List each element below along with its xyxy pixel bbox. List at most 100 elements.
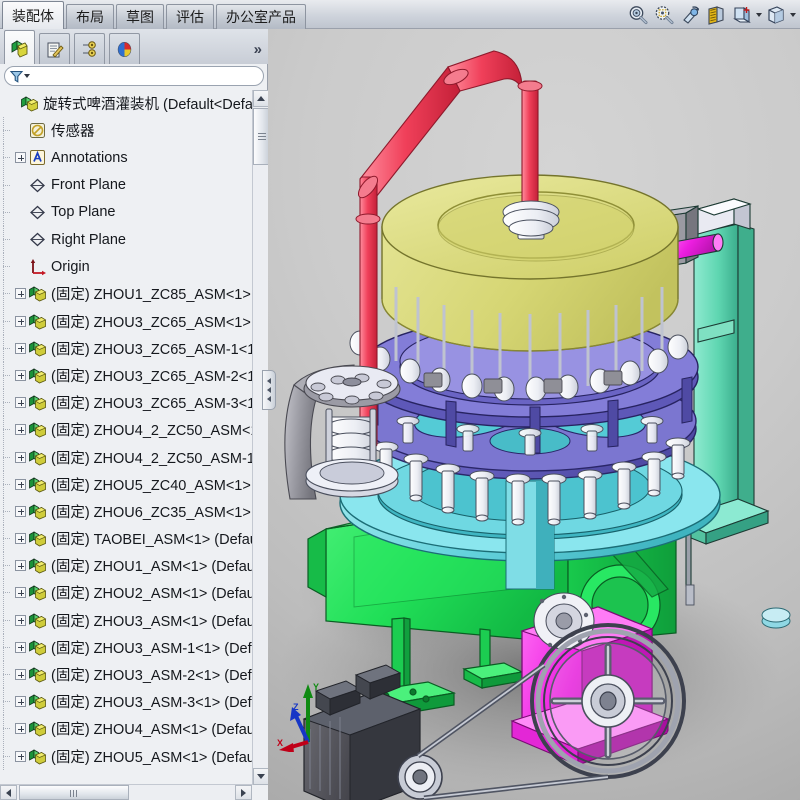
tree-item-label: (固定) ZHOU5_ZC40_ASM<1> (Defau <box>51 477 252 494</box>
tree-item[interactable]: Front Plane <box>0 171 252 199</box>
tab-sketch[interactable]: 草图 <box>116 4 164 29</box>
tree-expander-icon[interactable] <box>15 696 26 708</box>
tree-item-label: (固定) ZHOU1_ZC85_ASM<1> (Defau <box>51 287 252 304</box>
plane-icon <box>28 203 47 222</box>
tree-expander-icon[interactable] <box>15 587 26 599</box>
zoom-in-out-icon[interactable] <box>677 3 702 27</box>
display-style-chevron-down-icon[interactable] <box>789 3 796 27</box>
tree-item[interactable]: 传感器 <box>0 117 252 145</box>
tree-expander-icon[interactable] <box>15 750 26 762</box>
ribbon-tabstrip: 装配体 布局 草图 评估 办公室产品 <box>2 1 308 29</box>
tree-item-label: Top Plane <box>51 204 116 221</box>
scroll-left-icon[interactable] <box>0 785 17 800</box>
panel-tabstrip: » <box>0 29 268 64</box>
tree-item[interactable]: (固定) ZHOU1_ASM<1> (Default<De <box>0 552 252 580</box>
component-icon <box>28 284 47 303</box>
panel-expand-icon[interactable]: » <box>254 41 262 58</box>
design-tree: 旋转式啤酒灌装机 (Default<Default_Disp 传感器 Annotat… <box>0 90 268 800</box>
tree-expander-icon[interactable] <box>15 288 26 300</box>
tree-connector <box>0 361 10 389</box>
tree-filter-bar[interactable] <box>4 66 264 86</box>
graphics-viewport[interactable]: Y Z X <box>268 29 800 800</box>
tree-item[interactable]: (固定) ZHOU5_ZC40_ASM<1> (Defau <box>0 470 252 498</box>
tree-expander-icon[interactable] <box>15 533 26 545</box>
tree-root-item[interactable]: 旋转式啤酒灌装机 (Default<Default_Disp <box>0 90 252 117</box>
horizontal-scroll-thumb[interactable] <box>19 785 129 800</box>
tree-item-label: (固定) ZHOU3_ZC65_ASM<1> (Defau <box>51 314 252 331</box>
view-orientation-icon[interactable] <box>729 3 754 27</box>
tree-item-label: (固定) ZHOU3_ZC65_ASM-2<1> (Def <box>51 368 252 385</box>
tree-item[interactable]: (固定) ZHOU3_ZC65_ASM-2<1> (Def <box>0 361 252 389</box>
display-style-icon[interactable] <box>763 3 788 27</box>
tree-connector <box>0 307 10 335</box>
tree-item[interactable]: Right Plane <box>0 226 252 254</box>
feature-manager-tree-tab[interactable] <box>4 30 35 64</box>
tree-connector <box>0 334 10 362</box>
tree-expander-icon[interactable] <box>15 505 26 517</box>
scroll-right-icon[interactable] <box>235 785 252 800</box>
view-orientation-chevron-down-icon[interactable] <box>755 3 762 27</box>
tree-item-label: (固定) ZHOU3_ASM-2<1> (Default< <box>51 668 252 685</box>
tab-label: 评估 <box>176 9 204 25</box>
section-view-icon[interactable] <box>703 3 728 27</box>
tree-expander-icon[interactable] <box>15 723 26 735</box>
tree-filter-input[interactable] <box>33 68 263 84</box>
tree-item[interactable]: Annotations <box>0 144 252 172</box>
tree-expander-icon[interactable] <box>15 315 26 327</box>
tree-item[interactable]: (固定) ZHOU3_ASM-3<1> (Default< <box>0 688 252 716</box>
tree-item-label: (固定) ZHOU3_ZC65_ASM-3<1> (Def <box>51 396 252 413</box>
tree-item[interactable]: (固定) ZHOU4_2_ZC50_ASM<1> (Def <box>0 416 252 444</box>
component-icon <box>28 583 47 602</box>
tree-expander-icon[interactable] <box>15 152 26 164</box>
tree-item-label: (固定) ZHOU1_ASM<1> (Default<De <box>51 559 252 576</box>
filter-chevron-down-icon[interactable] <box>24 67 33 85</box>
tree-item[interactable]: (固定) ZHOU4_2_ZC50_ASM-1<1> (D <box>0 443 252 471</box>
tree-expander-icon[interactable] <box>15 451 26 463</box>
tree-connector <box>0 497 10 525</box>
vertical-scroll-thumb[interactable] <box>253 108 268 165</box>
tree-item[interactable]: (固定) ZHOU3_ASM-1<1> (Default< <box>0 633 252 661</box>
tree-expander-icon[interactable] <box>15 369 26 381</box>
tree-expander-icon[interactable] <box>15 560 26 572</box>
tree-horizontal-scrollbar[interactable] <box>0 784 252 800</box>
tree-expander-icon[interactable] <box>15 397 26 409</box>
tree-expander-icon[interactable] <box>15 669 26 681</box>
tree-item[interactable]: (固定) ZHOU3_ZC65_ASM-1<1> (Def <box>0 334 252 362</box>
display-manager-tab[interactable] <box>109 33 140 64</box>
tree-expander-icon[interactable] <box>15 342 26 354</box>
tree-item[interactable]: (固定) ZHOU3_ASM<1> (Default<De <box>0 606 252 634</box>
scroll-down-icon[interactable] <box>253 768 268 785</box>
tree-item[interactable]: (固定) ZHOU3_ASM-2<1> (Default< <box>0 661 252 689</box>
zoom-to-fit-icon[interactable] <box>625 3 650 27</box>
scroll-up-icon[interactable] <box>253 90 268 107</box>
zoom-to-area-icon[interactable] <box>651 3 676 27</box>
tree-expander-icon[interactable] <box>15 478 26 490</box>
tree-connector <box>0 171 10 199</box>
tree-item[interactable]: (固定) ZHOU6_ZC35_ASM<1> (Defau <box>0 497 252 525</box>
assembly-icon <box>20 94 39 113</box>
tree-connector <box>0 117 10 145</box>
tree-expander-icon[interactable] <box>15 614 26 626</box>
panel-splitter-handle[interactable] <box>262 370 276 410</box>
tree-item[interactable]: (固定) TAOBEI_ASM<1> (Default<De <box>0 525 252 553</box>
tab-layout[interactable]: 布局 <box>66 4 114 29</box>
tree-item[interactable]: Top Plane <box>0 198 252 226</box>
configuration-manager-tab[interactable] <box>74 33 105 64</box>
tree-item[interactable]: (固定) ZHOU1_ZC85_ASM<1> (Defau <box>0 280 252 308</box>
tree-vertical-scrollbar[interactable] <box>252 90 268 785</box>
tree-expander-icon[interactable] <box>15 641 26 653</box>
component-icon <box>28 611 47 630</box>
tree-item[interactable]: (固定) ZHOU3_ZC65_ASM<1> (Defau <box>0 307 252 335</box>
tree-item[interactable]: (固定) ZHOU5_ASM<1> (Default<De <box>0 742 252 770</box>
tree-item[interactable]: (固定) ZHOU2_ASM<1> (Default<De <box>0 579 252 607</box>
property-manager-tab[interactable] <box>39 33 70 64</box>
tree-item[interactable]: (固定) ZHOU4_ASM<1> (Default<De <box>0 715 252 743</box>
tree-item[interactable]: (固定) ZHOU3_ZC65_ASM-3<1> (Def <box>0 389 252 417</box>
tree-expander-icon[interactable] <box>15 424 26 436</box>
tab-assembly[interactable]: 装配体 <box>2 1 64 29</box>
tree-item-label: Front Plane <box>51 177 126 194</box>
tab-office-products[interactable]: 办公室产品 <box>216 4 306 29</box>
tree-connector <box>0 198 10 226</box>
tab-evaluate[interactable]: 评估 <box>166 4 214 29</box>
tree-item[interactable]: Origin <box>0 253 252 281</box>
